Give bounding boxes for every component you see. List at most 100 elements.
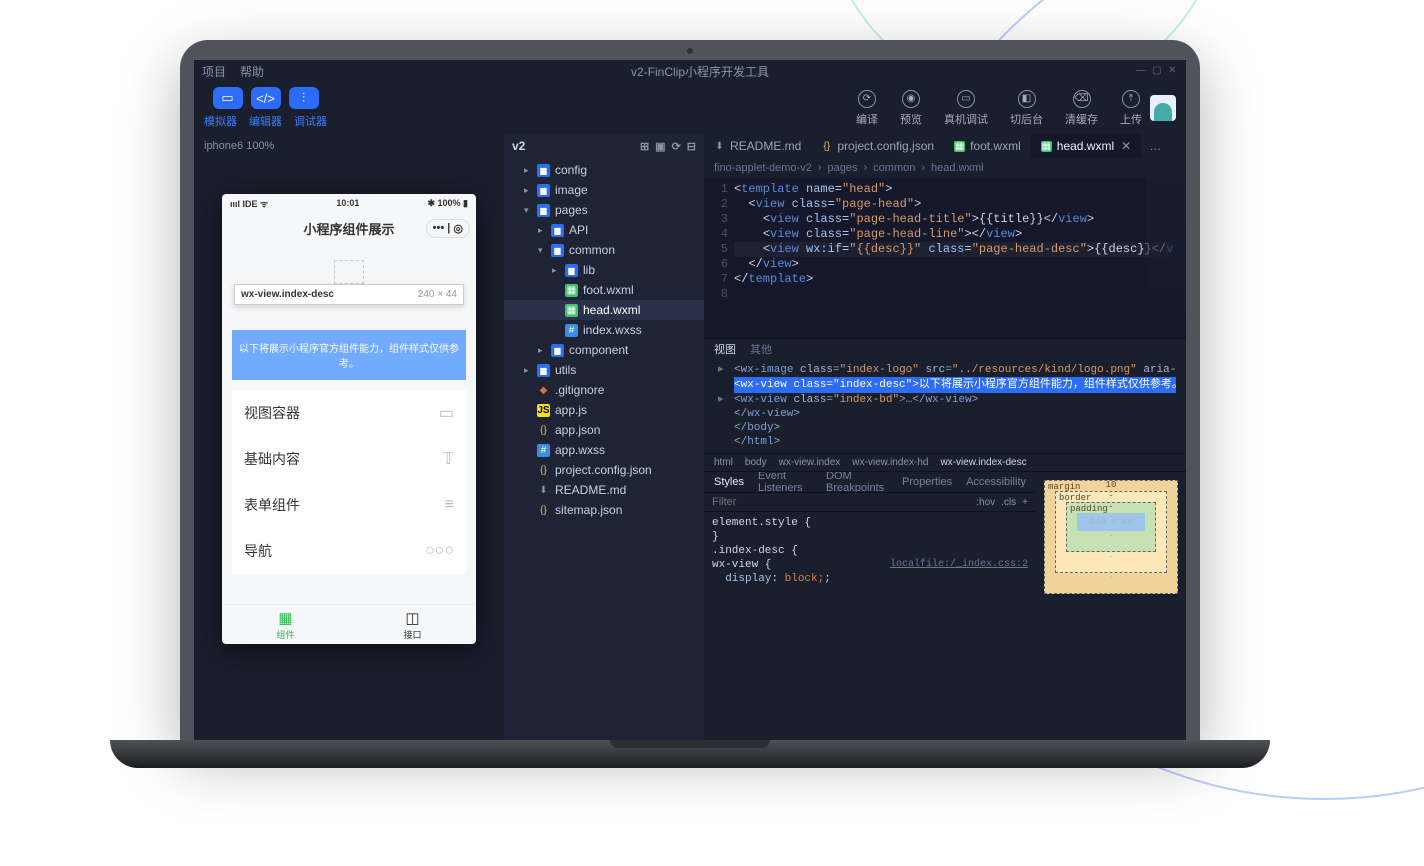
breadcrumb-segment[interactable]: common [873, 162, 915, 174]
dom-node[interactable]: </wx-view> [734, 407, 1176, 421]
tool-upload[interactable]: ⤒上传 [1120, 90, 1142, 127]
row-icon: 𝕋 [443, 449, 454, 469]
capsule-close-icon[interactable]: ◎ [453, 222, 463, 235]
tree-folder[interactable]: ▸API [504, 220, 704, 240]
phone-mock: ıııl IDE ᯤ 10:01 ✱ 100% ▮ 小程序组件展示 ••• | … [222, 194, 476, 644]
chevron-icon: ▸ [524, 185, 532, 196]
refresh-icon[interactable]: ⟳ [672, 140, 681, 153]
tree-file[interactable]: ⬇README.md [504, 480, 704, 500]
tree-folder[interactable]: ▾pages [504, 200, 704, 220]
dom-node[interactable]: ▸<wx-view class="index-bd">…</wx-view> [734, 393, 1176, 407]
wxml-icon: ▦ [565, 284, 578, 297]
tree-file[interactable]: {}project.config.json [504, 460, 704, 480]
editor-tab[interactable]: ▦head.wxml✕ [1031, 134, 1141, 158]
dom-crumb[interactable]: body [745, 457, 767, 468]
editor-tab[interactable]: ⬇README.md [704, 134, 811, 158]
tabbar-component[interactable]: ▦组件 [222, 605, 349, 644]
wxss-icon: # [537, 444, 550, 457]
mode-simulator-button[interactable]: ▭ [213, 87, 243, 109]
breadcrumb-segment[interactable]: fino-applet-demo-v2 [714, 162, 812, 174]
toolbar: ▭ </> ⫶ 模拟器 编辑器 调试器 ⟳编译 ◉预览 ▭真机调试 ◧切后台 [194, 82, 1186, 134]
tool-remote-debug[interactable]: ▭真机调试 [944, 90, 988, 127]
folder-icon [537, 164, 550, 177]
tree-folder[interactable]: ▾common [504, 240, 704, 260]
dom-node[interactable]: </html> [734, 435, 1176, 449]
tree-file[interactable]: {}sitemap.json [504, 500, 704, 520]
dom-crumb[interactable]: wx-view.index [779, 457, 841, 468]
tree-folder[interactable]: ▸component [504, 340, 704, 360]
inspector-tab[interactable]: Event Listeners [758, 472, 812, 494]
preview-icon: ◉ [902, 90, 920, 108]
list-item[interactable]: 视图容器▭ [232, 390, 466, 436]
filter-button[interactable]: .cls [1001, 497, 1016, 508]
tool-compile[interactable]: ⟳编译 [856, 90, 878, 127]
file-explorer: v2 ⊞ ▣ ⟳ ⊟ ▸config▸image▾pages▸API▾commo… [504, 134, 704, 742]
tabbar-api[interactable]: ◫接口 [349, 605, 476, 644]
styles-filter-input[interactable] [712, 496, 968, 508]
tree-file[interactable]: ◆.gitignore [504, 380, 704, 400]
avatar[interactable] [1150, 95, 1176, 121]
dom-tree[interactable]: ▸<wx-image class="index-logo" src="../re… [704, 359, 1186, 453]
editor-tab[interactable]: ▦foot.wxml [944, 134, 1031, 158]
menu-project[interactable]: 项目 [202, 63, 226, 80]
list-item[interactable]: 导航○○○ [232, 528, 466, 574]
breadcrumb-segment[interactable]: head.wxml [931, 162, 984, 174]
mode-editor-button[interactable]: </> [251, 87, 281, 109]
selected-element[interactable]: 以下将展示小程序官方组件能力，组件样式仅供参考。 [232, 330, 466, 380]
dom-crumb[interactable]: wx-view.index-desc [940, 457, 1026, 468]
list-item[interactable]: 表单组件≡ [232, 482, 466, 528]
tree-file[interactable]: JSapp.js [504, 400, 704, 420]
win-max-icon[interactable]: ▢ [1152, 66, 1162, 76]
dom-node[interactable]: </body> [734, 421, 1176, 435]
tool-background[interactable]: ◧切后台 [1010, 90, 1043, 127]
row-icon: ○○○ [425, 542, 454, 560]
capsule-more-icon[interactable]: ••• [433, 222, 445, 234]
tree-file[interactable]: #app.wxss [504, 440, 704, 460]
new-folder-icon[interactable]: ▣ [655, 140, 665, 153]
dom-crumb[interactable]: wx-view.index-hd [852, 457, 928, 468]
tree-file[interactable]: #index.wxss [504, 320, 704, 340]
editor-tab[interactable]: {}project.config.json [811, 134, 944, 158]
win-close-icon[interactable]: ✕ [1168, 66, 1178, 76]
new-file-icon[interactable]: ⊞ [640, 140, 649, 153]
inspector-tab[interactable]: Styles [714, 476, 744, 488]
breadcrumb-segment[interactable]: pages [828, 162, 858, 174]
dom-node[interactable]: <wx-view class="index-desc">以下将展示小程序官方组件… [734, 377, 1176, 393]
inspector-tab[interactable]: DOM Breakpoints [826, 472, 888, 494]
list-item[interactable]: 基础内容𝕋 [232, 436, 466, 482]
folder-icon [537, 204, 550, 217]
dom-tab-other[interactable]: 其他 [750, 341, 772, 357]
styles-rules[interactable]: element.style {}.index-desc {</span></di… [704, 512, 1036, 590]
menu-help[interactable]: 帮助 [240, 63, 264, 80]
mode-editor-label: 编辑器 [249, 113, 282, 129]
close-icon[interactable]: ✕ [1121, 139, 1131, 153]
inspector-tab[interactable]: Accessibility [966, 476, 1026, 488]
tree-folder[interactable]: ▸image [504, 180, 704, 200]
md-icon: ⬇ [537, 484, 550, 497]
tree-folder[interactable]: ▸utils [504, 360, 704, 380]
tree-folder[interactable]: ▸lib [504, 260, 704, 280]
filter-button[interactable]: + [1022, 497, 1028, 508]
device-info[interactable]: iphone6 100% [204, 140, 274, 152]
inspector-tab[interactable]: Properties [902, 476, 952, 488]
tree-file[interactable]: ▦foot.wxml [504, 280, 704, 300]
status-right: ✱ 100% ▮ [427, 198, 468, 209]
dom-tab-view[interactable]: 视图 [714, 341, 736, 357]
code-editor[interactable]: 12345678 <template name="head"> <view cl… [704, 178, 1186, 338]
tree-folder[interactable]: ▸config [504, 160, 704, 180]
status-time: 10:01 [336, 198, 359, 208]
tool-preview[interactable]: ◉预览 [900, 90, 922, 127]
win-min-icon[interactable]: — [1136, 66, 1146, 76]
folder-icon [565, 264, 578, 277]
minimap[interactable] [1146, 178, 1186, 338]
dom-node[interactable]: ▸<wx-image class="index-logo" src="../re… [734, 363, 1176, 377]
collapse-icon[interactable]: ⊟ [687, 140, 696, 153]
dom-crumb[interactable]: html [714, 457, 733, 468]
folder-icon [551, 224, 564, 237]
tree-file[interactable]: ▦head.wxml [504, 300, 704, 320]
tab-overflow[interactable]: … [1141, 139, 1169, 153]
filter-button[interactable]: :hov [976, 497, 995, 508]
mode-debugger-button[interactable]: ⫶ [289, 87, 319, 109]
tool-clear-cache[interactable]: ⌫清缓存 [1065, 90, 1098, 127]
tree-file[interactable]: {}app.json [504, 420, 704, 440]
